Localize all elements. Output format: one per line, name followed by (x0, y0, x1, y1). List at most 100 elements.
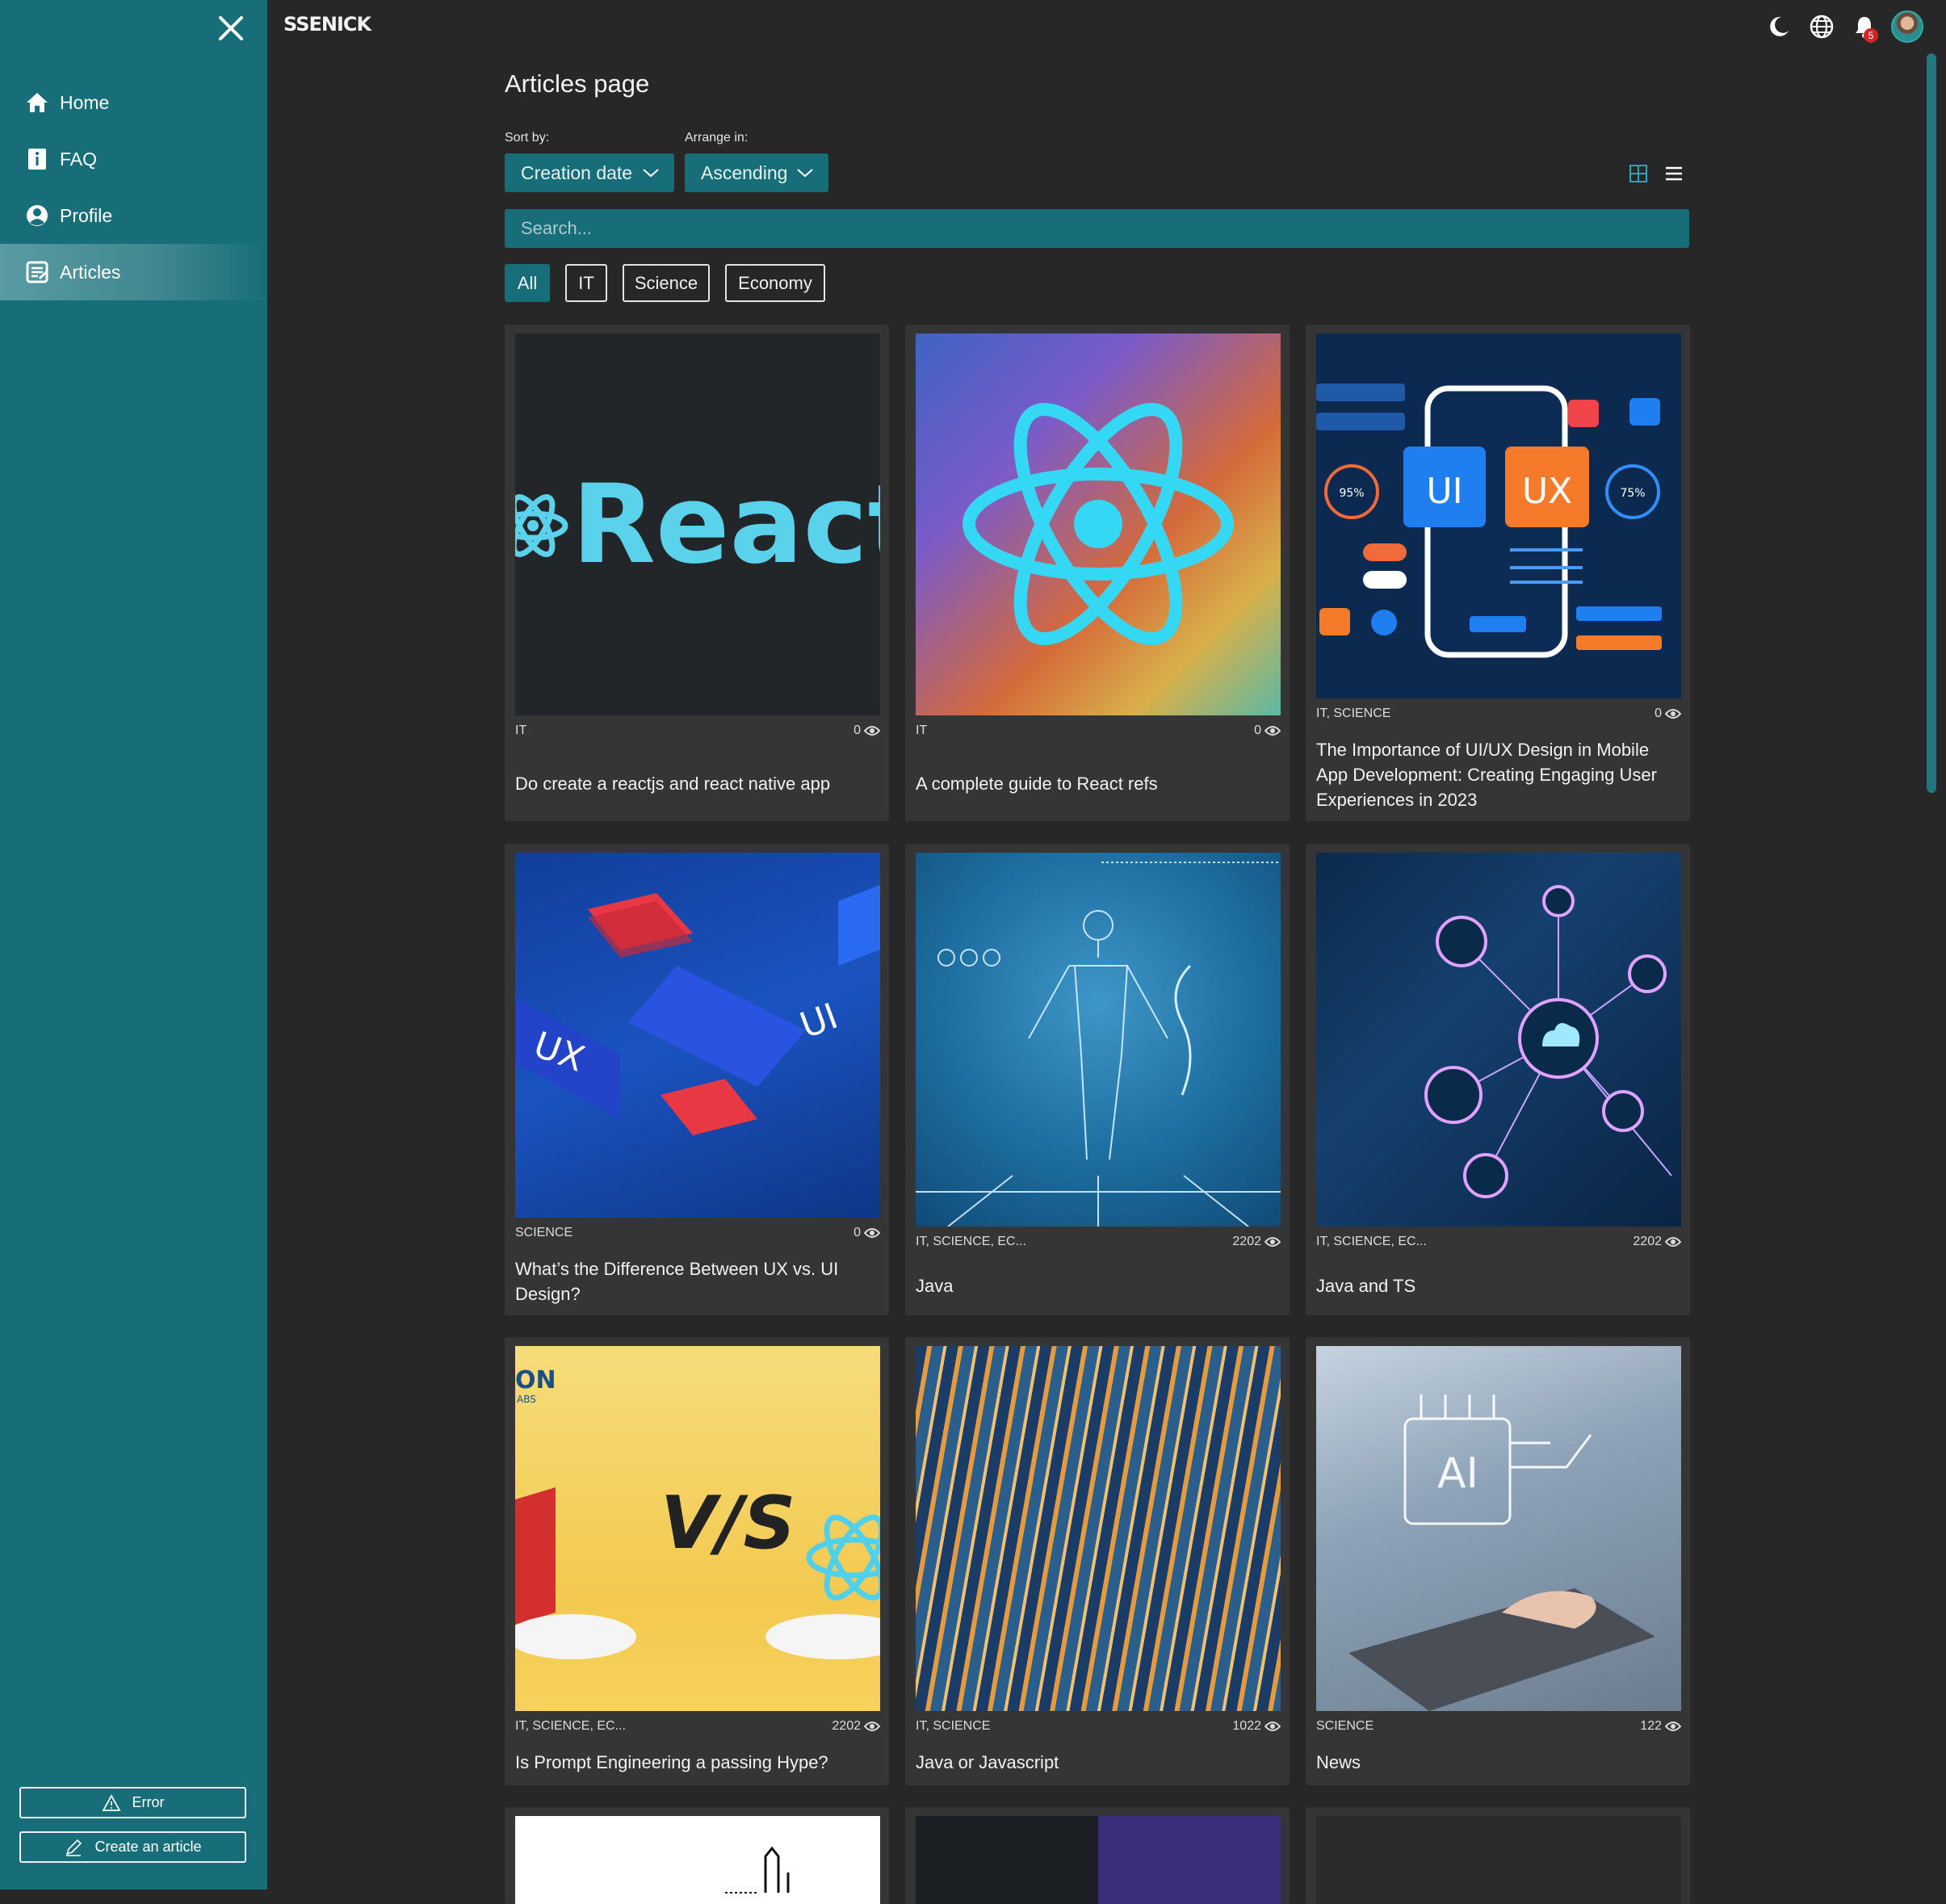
article-image (916, 853, 1281, 1227)
growth-chart-image (725, 1846, 790, 1894)
eye-icon (1665, 1722, 1681, 1731)
article-tags: SCIENCE (515, 1226, 573, 1239)
sort-select[interactable]: Creation date (505, 153, 674, 192)
ai-laptop-image: AI (1348, 1394, 1655, 1711)
brand-logo[interactable]: SSENICK (283, 13, 371, 36)
article-tags: IT, SCIENCE, EC... (916, 1235, 1026, 1248)
language-button[interactable] (1808, 13, 1835, 40)
sidebar-item-articles[interactable]: Articles (0, 244, 267, 300)
network-nodes-image (1424, 885, 1672, 1198)
article-image: UX UI (515, 853, 880, 1218)
close-sidebar-button[interactable] (214, 11, 248, 45)
article-title: News (1316, 1752, 1361, 1772)
chevron-down-icon (797, 169, 813, 178)
sidebar-nav: Home FAQ Profile Articles (0, 74, 267, 300)
digital-human-image (916, 862, 1281, 1227)
error-button-label: Error (132, 1794, 165, 1810)
article-card[interactable]: UI UX 95% 75% IT, SCIENCE 0 The Importan… (1306, 325, 1690, 821)
sidebar-item-home[interactable]: Home (0, 74, 267, 131)
article-views: 0 (1655, 707, 1681, 721)
article-tags: IT (916, 723, 928, 737)
error-button[interactable]: Error (19, 1787, 246, 1818)
sidebar-item-faq[interactable]: FAQ (0, 131, 267, 187)
article-card[interactable]: ON ABS V/S IT, SCIENCE, EC... 2202 Is Pr… (505, 1337, 889, 1785)
view-count: 2202 (1633, 1235, 1662, 1248)
article-card[interactable]: IT, SCIENCE, EC... 2202 Java (905, 844, 1290, 1315)
svg-text:95%: 95% (1339, 487, 1364, 500)
theme-toggle-button[interactable] (1765, 13, 1793, 40)
arrange-select[interactable]: Ascending (685, 153, 828, 192)
article-card[interactable]: AI SCIENCE 122 News (1306, 1337, 1690, 1785)
scrollbar-thumb[interactable] (1927, 53, 1936, 793)
article-image: React (515, 333, 880, 715)
article-card[interactable]: IT, SCIENCE 1022 Java or Javascript (905, 1337, 1290, 1785)
react-atom-image (963, 403, 1234, 645)
article-card[interactable]: IT, SCIENCE, EC... 2202 Java and TS (1306, 844, 1690, 1315)
sidebar: Home FAQ Profile Articles Error Create a… (0, 0, 267, 1889)
eye-icon (1665, 709, 1681, 719)
warning-icon (101, 1793, 121, 1811)
moon-icon (1770, 16, 1789, 36)
close-icon (219, 16, 243, 40)
grid-view-button[interactable] (1626, 161, 1650, 186)
filter-chip-it[interactable]: IT (565, 264, 607, 302)
arrange-select-value: Ascending (701, 161, 788, 183)
topbar: SSENICK (267, 0, 1946, 53)
list-view-button[interactable] (1662, 161, 1686, 186)
filter-chip-economy[interactable]: Economy (725, 264, 825, 302)
avatar[interactable] (1891, 10, 1923, 43)
svg-text:V/S: V/S (661, 1481, 795, 1566)
sort-label: Sort by: (505, 131, 550, 145)
article-image (1316, 853, 1681, 1227)
article-card[interactable] (905, 1807, 1290, 1904)
pen-icon (66, 1839, 82, 1856)
filter-chip-science[interactable]: Science (623, 264, 710, 302)
article-title: A complete guide to React refs (916, 774, 1158, 794)
list-icon (1666, 166, 1682, 181)
svg-text:75%: 75% (1620, 487, 1645, 500)
svg-text:UX: UX (1522, 471, 1572, 512)
eye-icon (1665, 1237, 1681, 1247)
view-count: 0 (853, 1226, 861, 1239)
view-count: 0 (1655, 707, 1662, 720)
svg-text:ABS: ABS (517, 1394, 536, 1405)
filter-chip-all[interactable]: All (505, 264, 550, 302)
article-title: The Importance of UI/UX Design in Mobile… (1316, 740, 1657, 810)
eye-icon (864, 726, 880, 736)
article-card[interactable]: React IT 0 Do create a reactjs and react… (505, 325, 889, 821)
chevron-down-icon (643, 169, 659, 178)
article-views: 0 (853, 1226, 880, 1240)
view-count: 2202 (832, 1719, 861, 1733)
home-icon (27, 93, 48, 112)
article-views: 0 (853, 723, 880, 738)
article-icon (26, 261, 48, 283)
article-tags: IT, SCIENCE, EC... (515, 1719, 626, 1733)
sidebar-item-profile[interactable]: Profile (0, 187, 267, 244)
article-tags: IT, SCIENCE, EC... (1316, 1235, 1427, 1248)
angular-vs-react-image: ON ABS V/S (515, 1366, 880, 1659)
eye-icon (864, 1722, 880, 1731)
view-count: 1022 (1232, 1719, 1261, 1733)
notification-badge: 5 (1864, 28, 1878, 43)
search-input[interactable] (505, 209, 1689, 248)
article-views: 122 (1640, 1719, 1681, 1734)
article-title: What’s the Difference Between UX vs. UI … (515, 1259, 839, 1304)
svg-text:UI: UI (795, 996, 843, 1046)
grid-icon (1629, 165, 1647, 182)
article-image (916, 1816, 1281, 1904)
sidebar-item-label: Articles (60, 261, 121, 283)
article-title: Java or Javascript (916, 1752, 1059, 1772)
arrange-label: Arrange in: (685, 131, 749, 145)
ui-ux-phone-image: UI UX 95% 75% (1316, 384, 1662, 658)
article-card[interactable]: IT 0 A complete guide to React refs (905, 325, 1290, 821)
article-views: 2202 (1633, 1235, 1681, 1249)
create-article-button[interactable]: Create an article (19, 1831, 246, 1863)
article-tags: IT, SCIENCE (1316, 707, 1391, 720)
article-image: UI UX 95% 75% (1316, 333, 1681, 698)
eye-icon (1264, 1237, 1281, 1247)
article-card[interactable]: UX UI SCIENCE 0 What’s the Difference Be… (505, 844, 889, 1315)
article-card[interactable] (1306, 1807, 1690, 1904)
article-card[interactable] (505, 1807, 889, 1904)
article-image (916, 333, 1281, 715)
article-tags: IT (515, 723, 527, 737)
